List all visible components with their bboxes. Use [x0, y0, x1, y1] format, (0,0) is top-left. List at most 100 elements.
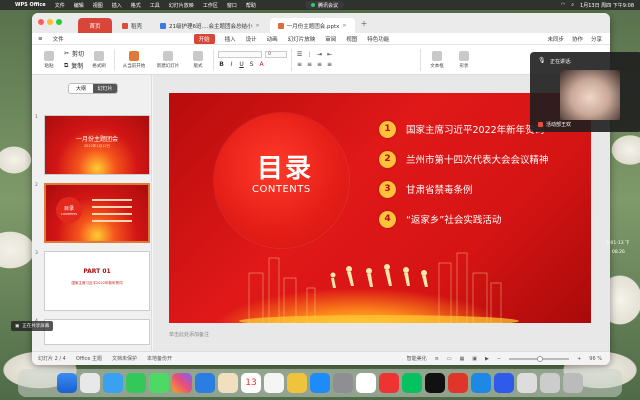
bold-icon[interactable]: B — [218, 61, 225, 68]
zoom-slider-knob[interactable] — [537, 355, 544, 362]
calendar-icon[interactable]: 13 — [241, 373, 261, 393]
justify-icon[interactable]: ≡ — [326, 61, 333, 68]
ribbon-tab-design[interactable]: 设计 — [246, 35, 257, 43]
font-color-icon[interactable]: A — [258, 61, 265, 68]
menu-app-name[interactable]: WPS Office — [15, 2, 46, 8]
new-tab-icon[interactable]: + — [361, 19, 368, 28]
maximize-window-icon[interactable] — [56, 19, 62, 25]
search-icon[interactable]: ⌕ — [571, 2, 574, 8]
tab-daoke[interactable]: 稻壳 — [114, 18, 150, 33]
baidu-netdisk-icon[interactable] — [494, 373, 514, 393]
slide-thumbnail-2[interactable]: 目录 CONTENTS — [44, 183, 150, 243]
ribbon-tab-slideshow[interactable]: 幻灯片放映 — [288, 35, 316, 43]
zoom-slider[interactable] — [509, 355, 570, 362]
menu-file[interactable]: 文件 — [55, 2, 65, 9]
outdent-icon[interactable]: ⇤ — [326, 51, 333, 58]
menu-clock[interactable]: 1月13日 周四 下午9:08 — [580, 2, 634, 9]
smart-beautify-button[interactable]: 智能美化 — [407, 355, 427, 362]
menu-view[interactable]: 视图 — [93, 2, 103, 9]
zoom-in-icon[interactable]: + — [577, 356, 581, 362]
screen-share-indicator[interactable]: ▣ 正在共享屏幕 — [11, 321, 54, 331]
close-tab-icon[interactable]: ✕ — [342, 23, 346, 29]
slide-2[interactable]: 目录 CONTENTS 1 国家主席习近平2022年新年贺词 2 兰州市第十四次… — [169, 93, 591, 323]
align-center-icon[interactable]: ≡ — [306, 61, 313, 68]
bullets-icon[interactable]: ☰ — [296, 51, 303, 58]
font-family-select[interactable] — [218, 51, 263, 58]
doc-protect-status[interactable]: 文档未保护 — [112, 355, 137, 362]
menu-insert[interactable]: 插入 — [112, 2, 122, 9]
tab-ppt-active[interactable]: 一月份主题团会.pptx ✕ — [269, 18, 355, 33]
close-tab-icon[interactable]: ✕ — [256, 23, 260, 29]
netease-music-icon[interactable] — [379, 373, 399, 393]
align-left-icon[interactable]: ≡ — [296, 61, 303, 68]
slide-title[interactable]: 目录 — [257, 148, 313, 185]
reminders-icon[interactable] — [264, 373, 284, 393]
layout-button[interactable]: 版式 — [187, 50, 209, 69]
textbox-button[interactable]: 文本框 — [425, 50, 449, 69]
meeting-speaker-panel[interactable]: 🎙 正在讲话: 活动部王欢 — [530, 52, 640, 132]
slides-tab[interactable]: 幻灯片 — [93, 84, 117, 93]
zoom-level[interactable]: 96 % — [589, 356, 602, 362]
notes-placeholder[interactable]: 单击此处添加备注 — [169, 331, 209, 338]
notes-app-icon[interactable] — [287, 373, 307, 393]
ribbon-tab-animation[interactable]: 动画 — [267, 35, 278, 43]
menu-format[interactable]: 格式 — [131, 2, 141, 9]
minimize-window-icon[interactable] — [47, 19, 53, 25]
close-window-icon[interactable] — [38, 19, 44, 25]
qq-icon[interactable] — [425, 373, 445, 393]
format-painter-button[interactable]: 格式刷 — [88, 50, 110, 69]
wps-icon[interactable] — [448, 373, 468, 393]
indent-icon[interactable]: ⇥ — [316, 51, 323, 58]
tab-home[interactable]: 首页 — [78, 18, 112, 33]
chrome-icon[interactable] — [356, 373, 376, 393]
normal-view-icon[interactable]: ▭ — [447, 356, 452, 362]
finder-icon[interactable] — [57, 373, 77, 393]
menu-help[interactable]: 帮助 — [246, 2, 256, 9]
trash-icon[interactable] — [563, 373, 583, 393]
slide-thumbnail-1[interactable]: 一月份主题团会 2022年1月12日 — [44, 115, 150, 175]
maps-icon[interactable] — [149, 373, 169, 393]
ribbon-file[interactable]: 文件 — [53, 35, 64, 43]
underline-icon[interactable]: U — [238, 61, 245, 68]
shape-button[interactable]: 形状 — [453, 50, 475, 69]
ribbon-tab-insert[interactable]: 插入 — [225, 35, 236, 43]
tencent-meeting-icon[interactable] — [471, 373, 491, 393]
menu-workspace[interactable]: 工作区 — [203, 2, 218, 9]
slide-thumbnail-4[interactable] — [44, 319, 150, 345]
toc-item[interactable]: 1 国家主席习近平2022年新年贺词 — [379, 120, 549, 138]
paste-button[interactable]: 粘贴 — [38, 50, 60, 69]
appstore-icon[interactable] — [310, 373, 330, 393]
photos-icon[interactable] — [172, 373, 192, 393]
preview-icon[interactable] — [517, 373, 537, 393]
ribbon-tab-features[interactable]: 特色功能 — [367, 35, 389, 43]
folder-icon[interactable] — [540, 373, 560, 393]
ribbon-tab-start[interactable]: 开始 — [193, 33, 215, 44]
settings-icon[interactable] — [333, 373, 353, 393]
wechat-icon[interactable] — [402, 373, 422, 393]
toc-item[interactable]: 3 甘肃省禁毒条例 — [379, 180, 549, 198]
share-button[interactable]: 分享 — [591, 35, 602, 43]
zoom-out-icon[interactable]: − — [497, 356, 501, 362]
outline-tab[interactable]: 大纲 — [69, 84, 93, 93]
toc-item[interactable]: 2 兰州市第十四次代表大会会议精神 — [379, 150, 549, 168]
ribbon-tab-review[interactable]: 审阅 — [325, 35, 336, 43]
reading-view-icon[interactable]: ▣ — [472, 356, 477, 362]
slide-subtitle[interactable]: CONTENTS — [252, 184, 311, 195]
sorter-view-icon[interactable]: ▦ — [460, 356, 465, 362]
cut-button[interactable]: ✂ 剪切 — [64, 49, 84, 58]
new-slide-button[interactable]: 新建幻灯片 — [153, 50, 183, 69]
ribbon-tab-view[interactable]: 视图 — [346, 35, 357, 43]
toc-item[interactable]: 4 “返家乡”社会实践活动 — [379, 210, 549, 228]
meeting-pill[interactable]: 腾讯会议 — [305, 1, 345, 9]
safari-icon[interactable] — [103, 373, 123, 393]
menu-tools[interactable]: 工具 — [150, 2, 160, 9]
font-size-select[interactable]: 0 — [265, 51, 288, 58]
backup-status[interactable]: 本地备份开 — [147, 355, 172, 362]
collaborate-button[interactable]: 协作 — [572, 35, 583, 43]
tab-doc-summary[interactable]: 21级护理6班....会主题团会总结小 ✕ — [152, 18, 268, 33]
play-from-current-button[interactable]: 从当前开始 — [119, 50, 149, 69]
menu-edit[interactable]: 编辑 — [74, 2, 84, 9]
slide-thumbnail-3[interactable]: PART 01 国家主席习近平2022年新年贺词 — [44, 251, 150, 311]
messages-icon[interactable] — [126, 373, 146, 393]
italic-icon[interactable]: I — [228, 61, 235, 68]
